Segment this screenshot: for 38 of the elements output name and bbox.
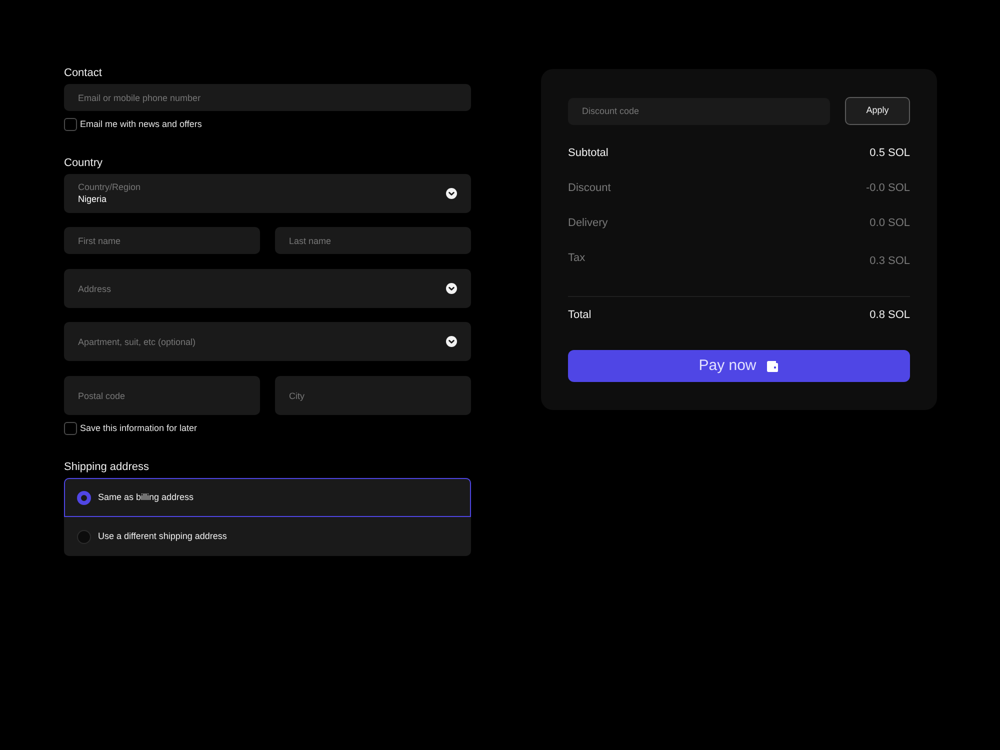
- name-field[interactable]: Last name: [275, 227, 471, 254]
- radio-icon[interactable]: [77, 490, 91, 504]
- wallet-icon: [766, 360, 780, 372]
- summary-label: Tax: [568, 251, 586, 265]
- discount-code-field[interactable]: Discount code: [568, 98, 830, 124]
- address-field[interactable]: Address: [64, 269, 471, 308]
- select-value: Nigeria: [78, 193, 108, 205]
- summary-value: 0.0 SOL: [870, 216, 910, 230]
- chevron-down-icon[interactable]: [446, 336, 457, 347]
- email-field[interactable]: Email or mobile phone number: [64, 84, 471, 111]
- total-label: Total: [568, 308, 592, 322]
- checkbox[interactable]: [64, 118, 77, 131]
- location-field[interactable]: City: [275, 376, 471, 415]
- apply-button[interactable]: Apply: [845, 97, 910, 125]
- summary-value: 0.3 SOL: [870, 254, 910, 268]
- location-field[interactable]: Postal code: [64, 376, 260, 415]
- radio-option[interactable]: Same as billing address: [64, 478, 471, 517]
- total-value: 0.8 SOL: [870, 308, 910, 322]
- summary-label: Subtotal: [568, 146, 608, 160]
- radio-icon[interactable]: [77, 530, 91, 544]
- section-heading: Country: [64, 156, 104, 170]
- apartment-field[interactable]: Apartment, suit, etc (optional): [64, 322, 471, 361]
- chevron-down-icon[interactable]: [446, 283, 457, 294]
- pay-now-button[interactable]: Pay now: [568, 350, 910, 382]
- checkbox[interactable]: [64, 422, 77, 435]
- section-heading: Shipping address: [64, 460, 150, 474]
- chevron-down-icon[interactable]: [446, 188, 457, 199]
- field-label: Country/Region: [78, 182, 142, 193]
- summary-label: Discount: [568, 181, 611, 195]
- country-select[interactable]: Country/Region Nigeria: [64, 174, 471, 213]
- section-heading: Contact: [64, 66, 103, 80]
- name-field[interactable]: First name: [64, 227, 260, 254]
- radio-option[interactable]: Use a different shipping address: [64, 517, 471, 556]
- summary-value: 0.5 SOL: [870, 146, 910, 160]
- summary-value: -0.0 SOL: [866, 181, 910, 195]
- summary-label: Delivery: [568, 216, 608, 230]
- checkbox-label[interactable]: Email me with news and offers: [80, 118, 202, 131]
- checkbox-label[interactable]: Save this information for later: [80, 422, 198, 435]
